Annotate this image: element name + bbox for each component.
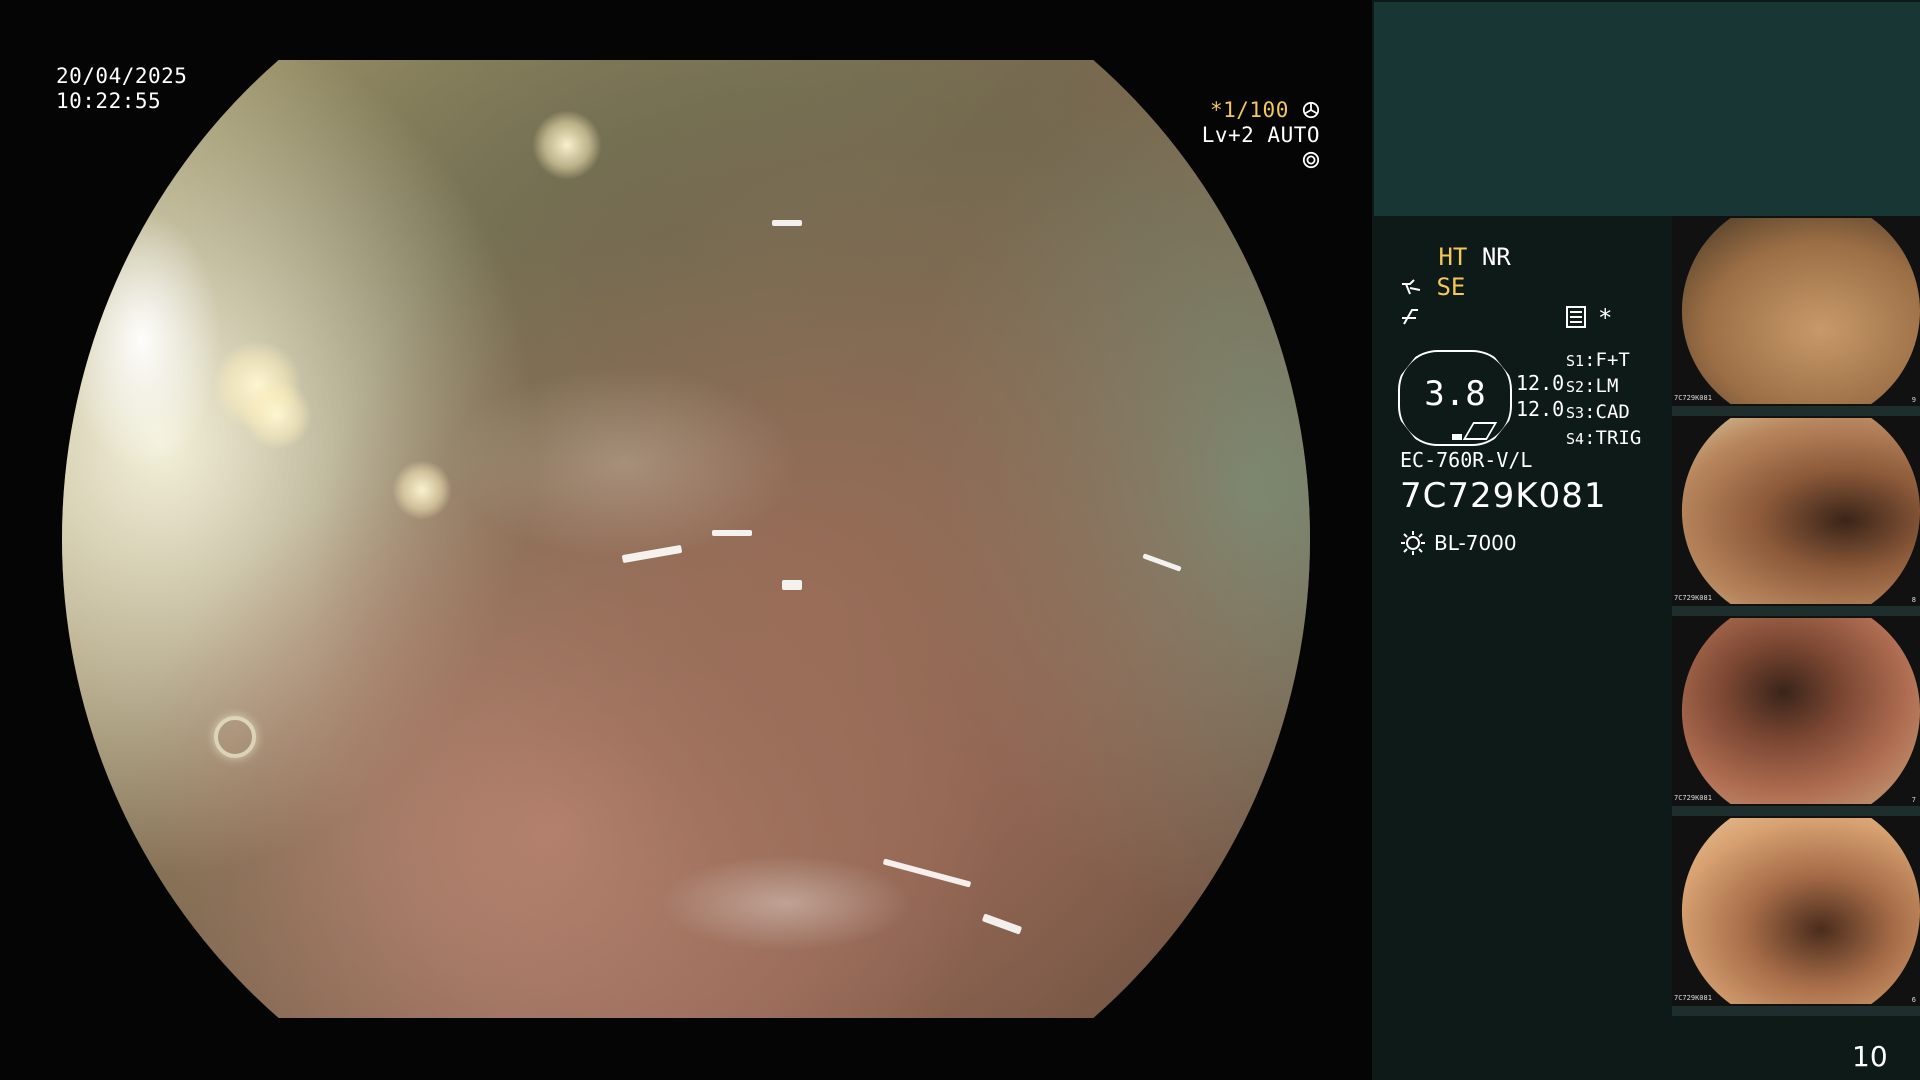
scope-model: EC-760R-V/L (1400, 448, 1533, 472)
light-source-label: BL-7000 (1434, 531, 1517, 555)
shutter-icon (1302, 101, 1320, 119)
specular-glint (981, 913, 1023, 935)
exposure-overlay: *1/100 Lv+2 AUTO (1190, 98, 1320, 173)
info-panel-header (1374, 2, 1920, 216)
gauge-marker (1452, 434, 1462, 440)
switch-assignments: S1:F+T S2:LM S3:CAD S4:TRIG (1566, 348, 1641, 452)
bubble (214, 716, 256, 758)
light-source-icon (1401, 531, 1425, 555)
switch-row: S3:CAD (1566, 401, 1630, 423)
zoom-gauge: 3.8 (1398, 350, 1512, 446)
mode-label: AUTO (1267, 123, 1320, 147)
specular-glint (772, 220, 802, 226)
shutter-label: *1/100 (1209, 98, 1289, 122)
nr-label: NR (1481, 243, 1511, 271)
capture-thumbnail[interactable]: 7C729K081 6 (1672, 816, 1920, 1016)
light-source: BL-7000 (1400, 530, 1517, 556)
endoscope-live-image (62, 60, 1310, 1018)
scope-serial: 7C729K081 (1400, 476, 1607, 516)
processing-settings: HT NR SE (1400, 242, 1660, 332)
se-label: SE (1436, 273, 1466, 301)
specular-glint (1142, 553, 1182, 572)
light-reflection (392, 460, 452, 520)
capture-thumbnails: 7C729K081 9 7C729K081 8 7C729K081 7 7C72… (1672, 216, 1920, 1016)
star-marker: * (1598, 304, 1613, 332)
settings-list-icon (1566, 306, 1586, 328)
gauge-indicator (1462, 422, 1498, 440)
level-label: Lv+2 (1201, 123, 1255, 147)
time-label: 10:22:55 (56, 89, 162, 113)
switch-row: S4:TRIG (1566, 427, 1642, 449)
level-values: 12.0 12.0 (1516, 370, 1564, 422)
capture-thumbnail[interactable]: 7C729K081 8 (1672, 416, 1920, 616)
gauge-value: 3.8 (1424, 374, 1486, 414)
switch-row: S1:F+T (1566, 349, 1630, 371)
date-time-overlay: 20/04/2025 10:22:55 (56, 64, 187, 114)
specular-glint (712, 530, 752, 536)
capture-thumbnail[interactable]: 7C729K081 7 (1672, 616, 1920, 816)
page-number: 10 (1852, 1040, 1888, 1073)
specular-glint (782, 580, 802, 590)
ht-label: HT (1438, 243, 1468, 271)
level-b: 12.0 (1516, 397, 1565, 421)
iris-icon (1302, 151, 1320, 169)
level-a: 12.0 (1516, 371, 1565, 395)
capture-thumbnail[interactable]: 7C729K081 9 (1672, 216, 1920, 416)
switch-row: S2:LM (1566, 375, 1619, 397)
specular-glint (621, 544, 683, 564)
light-reflection (532, 110, 602, 180)
light-reflection (242, 380, 312, 450)
color-mode-icon (1402, 309, 1418, 325)
date-label: 20/04/2025 (56, 64, 188, 88)
specular-glint (882, 858, 972, 888)
structure-enhancement-icon (1402, 279, 1421, 295)
